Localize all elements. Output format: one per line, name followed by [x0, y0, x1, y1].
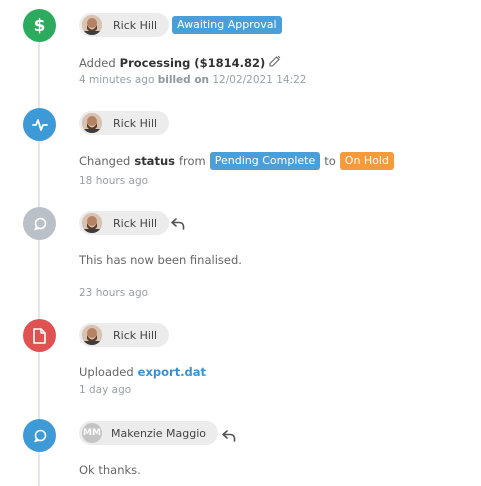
- event-description: Changed status from Pending Complete to …: [79, 152, 394, 170]
- user-chip[interactable]: Rick Hill: [79, 13, 170, 37]
- user-name: Makenzie Maggio: [111, 426, 207, 440]
- user-chip[interactable]: MM Makenzie Maggio: [79, 421, 219, 445]
- billed-date: 12/02/2021 14:22: [212, 74, 307, 86]
- from-status-badge: Pending Complete: [209, 152, 321, 170]
- comment-text: Ok thanks.: [79, 463, 141, 477]
- event-time: 23 hours ago: [79, 287, 149, 299]
- file-link[interactable]: export.dat: [138, 365, 206, 379]
- event-time: 4 minutes ago: [79, 74, 155, 86]
- avatar: [82, 213, 102, 233]
- comment-text: This has now been finalised.: [79, 253, 242, 267]
- event-subject: status: [134, 154, 175, 168]
- avatar: [82, 325, 102, 345]
- comment-icon: [23, 207, 56, 240]
- comment-icon: [23, 419, 56, 452]
- activity-icon: [23, 108, 56, 141]
- user-name: Rick Hill: [113, 18, 158, 32]
- user-name: Rick Hill: [113, 216, 158, 230]
- user-chip[interactable]: Rick Hill: [79, 323, 170, 347]
- event-time: 1 day ago: [79, 384, 132, 396]
- user-name: Rick Hill: [113, 116, 158, 130]
- timeline-line: [38, 26, 40, 486]
- user-name: Rick Hill: [113, 328, 158, 342]
- status-badge: Awaiting Approval: [172, 16, 282, 34]
- event-description: Uploaded export.dat: [79, 365, 207, 379]
- reply-icon[interactable]: [171, 215, 185, 234]
- edit-icon[interactable]: [269, 55, 281, 70]
- event-time: 18 hours ago: [79, 175, 149, 187]
- dollar-icon: $: [23, 9, 56, 42]
- user-chip[interactable]: Rick Hill: [79, 211, 170, 235]
- event-description: Added Processing ($1814.82): [79, 55, 281, 70]
- user-chip[interactable]: Rick Hill: [79, 111, 170, 135]
- file-icon: [23, 319, 56, 352]
- avatar: [82, 15, 102, 35]
- avatar: [82, 113, 102, 133]
- to-status-badge: On Hold: [339, 152, 394, 170]
- event-subject: Processing ($1814.82): [119, 55, 266, 70]
- reply-icon[interactable]: [222, 427, 236, 446]
- avatar: MM: [82, 423, 102, 443]
- event-meta: 4 minutes ago billed on 12/02/2021 14:22: [79, 74, 307, 86]
